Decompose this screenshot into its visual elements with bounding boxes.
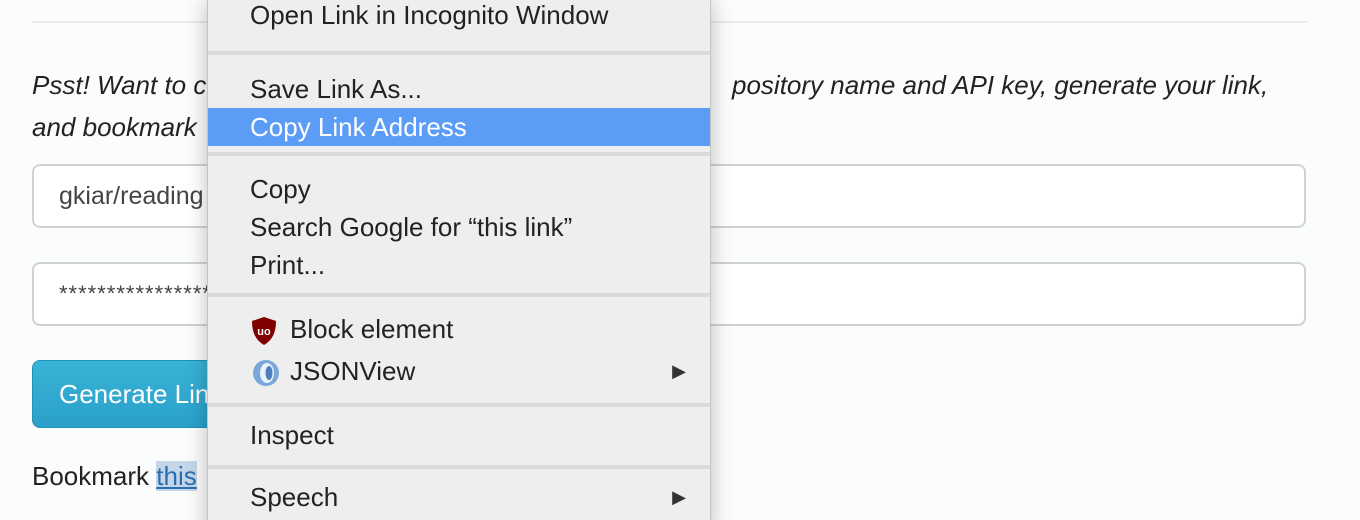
svg-text:uo: uo bbox=[257, 326, 271, 338]
menu-item-label: Print... bbox=[250, 250, 326, 280]
instructions-line-2: and bookmark bbox=[32, 112, 197, 142]
bookmark-prefix: Bookmark bbox=[32, 461, 157, 491]
menu-item-save-link-as[interactable]: Save Link As... bbox=[208, 70, 710, 108]
ublock-origin-icon: uo bbox=[250, 316, 278, 345]
menu-item-label: Save Link As... bbox=[250, 74, 422, 104]
context-menu: Open Link in Incognito Window Save Link … bbox=[207, 0, 711, 520]
menu-item-label: Search Google for “this link” bbox=[250, 212, 573, 242]
menu-separator bbox=[208, 152, 710, 156]
menu-item-label: Block element bbox=[290, 314, 454, 344]
menu-item-label: Copy Link Address bbox=[250, 112, 467, 142]
instructions-line-1-right: pository name and API key, generate your… bbox=[732, 70, 1269, 100]
menu-item-copy[interactable]: Copy bbox=[208, 170, 710, 208]
menu-item-open-incognito[interactable]: Open Link in Incognito Window bbox=[208, 0, 710, 34]
bookmark-text: Bookmark this bbox=[32, 458, 197, 494]
menu-item-copy-link-address[interactable]: Copy Link Address bbox=[208, 108, 710, 146]
menu-separator bbox=[208, 465, 710, 469]
menu-item-search-google[interactable]: Search Google for “this link” bbox=[208, 208, 710, 246]
menu-item-label: Inspect bbox=[250, 420, 334, 450]
menu-separator bbox=[208, 293, 710, 297]
menu-separator bbox=[208, 403, 710, 407]
bookmark-link[interactable]: this bbox=[156, 461, 197, 491]
submenu-arrow-icon: ▶ bbox=[672, 361, 686, 381]
menu-item-jsonview[interactable]: JSONView ▶ bbox=[208, 352, 710, 390]
menu-item-label: Open Link in Incognito Window bbox=[250, 0, 609, 30]
menu-item-label: Copy bbox=[250, 174, 311, 204]
menu-item-block-element[interactable]: uo Block element bbox=[208, 310, 710, 348]
web-page: Psst! Want to c pository name and API ke… bbox=[0, 0, 1360, 520]
menu-item-inspect[interactable]: Inspect bbox=[208, 416, 710, 454]
menu-separator bbox=[208, 51, 710, 55]
menu-item-speech[interactable]: Speech ▶ bbox=[208, 478, 710, 516]
jsonview-icon bbox=[250, 358, 279, 386]
instructions-line-1-left: Psst! Want to c bbox=[32, 70, 207, 100]
menu-item-print[interactable]: Print... bbox=[208, 246, 710, 284]
menu-item-label: Speech bbox=[250, 482, 339, 512]
menu-item-label: JSONView bbox=[290, 356, 416, 386]
submenu-arrow-icon: ▶ bbox=[672, 487, 686, 507]
